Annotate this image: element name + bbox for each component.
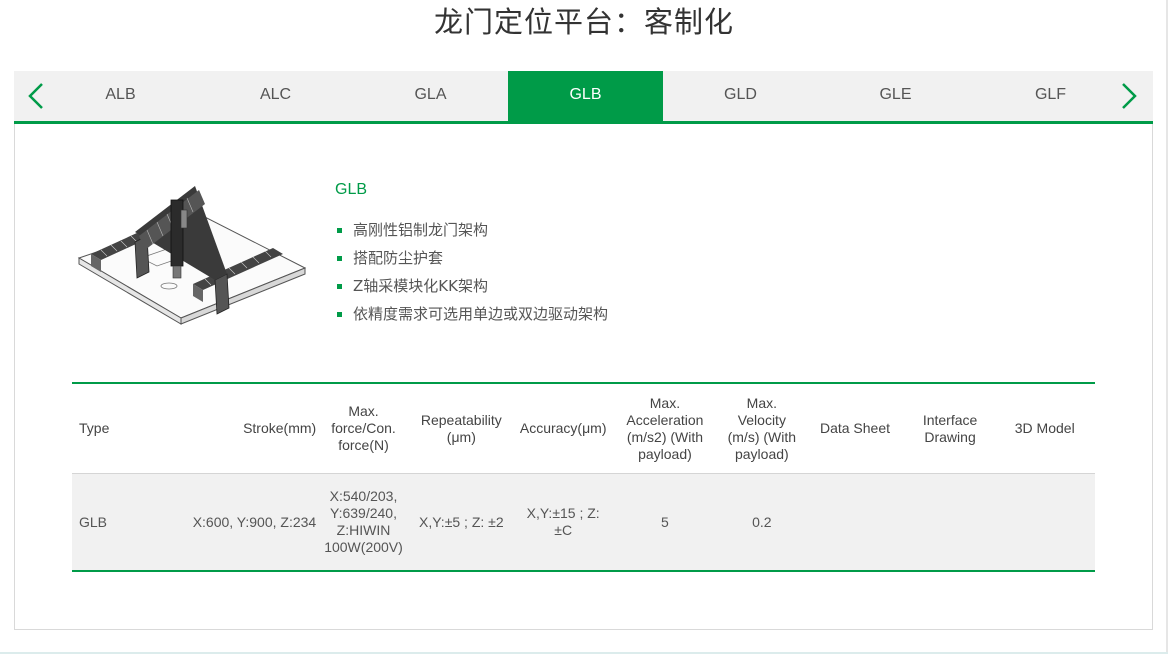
product-tab-bar: ALB ALC GLA GLB GLD GLE GLF <box>14 71 1153 124</box>
cell-max-acceleration: 5 <box>610 473 720 571</box>
gantry-stage-image <box>77 186 307 325</box>
cell-max-force: X:540/203, Y:639/240, Z:HIWIN 100W(200V) <box>320 473 407 571</box>
header-repeatability: Repeatability (μm) <box>406 383 516 474</box>
header-3d-model: 3D Model <box>994 383 1095 474</box>
cell-3d-model[interactable] <box>994 473 1095 571</box>
header-accuracy: Accuracy(μm) <box>515 383 611 474</box>
tab-gld[interactable]: GLD <box>663 71 818 121</box>
product-name: GLB <box>335 181 368 198</box>
cell-max-velocity: 0.2 <box>719 473 805 571</box>
feature-item: 依精度需求可选用单边或双边驱动架构 <box>335 300 608 328</box>
feature-item: Z轴采模块化KK架构 <box>335 272 608 300</box>
cell-type: GLB <box>72 473 168 571</box>
tab-alc[interactable]: ALC <box>198 71 353 121</box>
cell-data-sheet[interactable] <box>804 473 906 571</box>
tab-glb[interactable]: GLB <box>508 71 663 121</box>
header-max-force: Max. force/Con. force(N) <box>320 383 407 474</box>
feature-item: 搭配防尘护套 <box>335 244 608 272</box>
product-panel: GLB 高刚性铝制龙门架构 搭配防尘护套 Z轴采模块化KK架构 依精度需求可选用… <box>14 124 1153 630</box>
header-data-sheet: Data Sheet <box>804 383 906 474</box>
tab-alb[interactable]: ALB <box>43 71 198 121</box>
cell-interface-drawing[interactable] <box>905 473 995 571</box>
header-stroke: Stroke(mm) <box>167 383 321 474</box>
table-header-row: Type Stroke(mm) Max. force/Con. force(N)… <box>72 383 1095 474</box>
tab-gla[interactable]: GLA <box>353 71 508 121</box>
feature-list: 高刚性铝制龙门架构 搭配防尘护套 Z轴采模块化KK架构 依精度需求可选用单边或双… <box>335 216 608 328</box>
header-max-velocity: Max. Velocity (m/s) (With payload) <box>719 383 805 474</box>
next-tab-button[interactable] <box>1107 71 1153 121</box>
header-type: Type <box>72 383 168 474</box>
header-interface-drawing: Interface Drawing <box>905 383 995 474</box>
cell-repeatability: X,Y:±5 ; Z: ±2 <box>406 473 516 571</box>
header-max-acceleration: Max. Acceleration (m/s2) (With payload) <box>610 383 720 474</box>
cell-stroke: X:600, Y:900, Z:234 <box>167 473 321 571</box>
page-title: 龙门定位平台：客制化 <box>433 5 734 39</box>
cell-accuracy: X,Y:±15 ; Z: ±C <box>515 473 611 571</box>
table-row: GLB X:600, Y:900, Z:234 X:540/203, Y:639… <box>72 473 1095 571</box>
spec-table: Type Stroke(mm) Max. force/Con. force(N)… <box>72 382 1095 572</box>
tab-gle[interactable]: GLE <box>818 71 973 121</box>
chevron-right-icon <box>1122 83 1137 109</box>
feature-item: 高刚性铝制龙门架构 <box>335 216 608 244</box>
tab-glf[interactable]: GLF <box>973 71 1128 121</box>
